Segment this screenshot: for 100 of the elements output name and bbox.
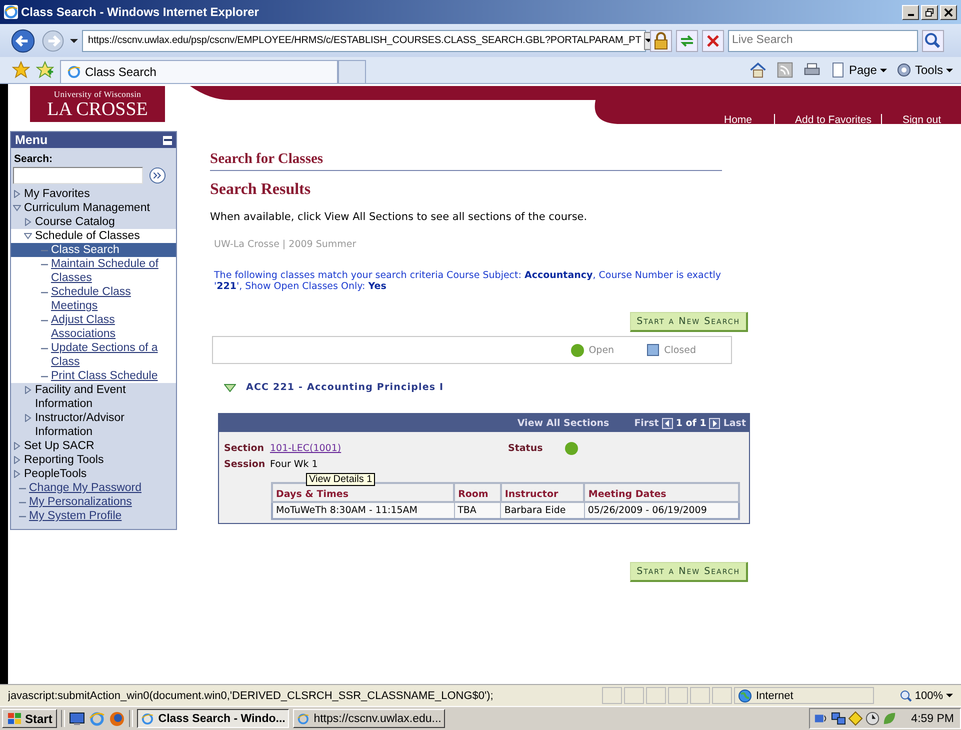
minimize-button[interactable] [902,4,919,20]
new-search-button[interactable]: Start a New Search [630,562,748,582]
menu-title: Menu [15,133,48,147]
clock-icon[interactable] [865,711,880,726]
menu-folder[interactable]: Set Up SACR [24,439,94,453]
url-text: https://cscnv.uwlax.edu/psp/cscnv/EMPLOYEE/HRMS/c/ESTABLISH_COURSES.CLASS_SEARCH.GBL?PORTALPARAM_PT [88,35,642,46]
header-link[interactable]: Add to Favorites [774,114,882,126]
expanded-icon[interactable] [224,384,236,392]
desktop-icon[interactable] [69,710,86,726]
menu-folder[interactable]: Curriculum Management [24,201,150,215]
restore-button[interactable] [921,4,938,20]
university-logo[interactable]: University of Wisconsin LA CROSSE [30,86,165,122]
window-title: Class Search - Windows Internet Explorer [21,5,260,19]
status-pane [668,687,688,704]
last-link[interactable]: Last [723,418,746,428]
section-label: Section [224,443,266,454]
term-text: UW-La Crosse | 2009 Summer [213,239,358,250]
browser-icon [4,5,18,19]
shield-icon[interactable] [848,711,864,726]
zoom-icon [900,690,912,702]
search-icon[interactable] [922,30,944,52]
collapse-button[interactable] [163,136,172,144]
new-search-button[interactable]: Start a New Search [630,312,748,332]
taskbar-button[interactable]: https://cscnv.uwlax.edu... [293,709,446,728]
command-menu[interactable]: Tools [896,62,953,78]
dash-icon [41,264,48,266]
expanded-icon[interactable] [13,204,21,212]
add-favorite-icon[interactable] [36,61,54,79]
dash-icon [41,376,48,378]
menu-search-field[interactable] [13,167,143,184]
home-icon[interactable] [748,61,767,79]
lock-icon[interactable] [650,30,672,52]
menu-folder[interactable]: Instructor/Advisor Information [35,411,176,439]
menu-folder[interactable]: Course Catalog [35,215,115,229]
caret-icon [946,692,953,699]
browser-icon [141,712,154,726]
status-pane [712,687,732,704]
menu-folder[interactable]: My Favorites [24,187,90,201]
browser-icon [67,65,81,79]
status-pane [646,687,666,704]
dash-icon [41,348,48,350]
table-cell: TBA [454,502,501,519]
menu-folder[interactable]: Reporting Tools [24,453,104,467]
expanded-icon[interactable] [24,232,32,240]
table-cell: Barbara Eide [500,502,584,519]
header-link[interactable]: Home [704,114,774,126]
first-link[interactable]: First [634,418,659,428]
close-icon [944,8,953,16]
legend-label: Open [588,344,614,356]
status-pane [690,687,710,704]
menu-link[interactable]: My Personalizations [26,495,132,509]
session-value: Four Wk 1 [270,459,318,470]
status-pane [624,687,644,704]
status-label: Status [508,443,544,454]
collapsed-icon[interactable] [13,442,21,450]
column-header: Days & Times [272,483,454,502]
stop-icon[interactable] [702,30,724,52]
computers-icon[interactable] [831,711,846,726]
restore-icon [925,8,934,16]
session-label: Session [224,459,266,470]
collapsed-icon[interactable] [24,218,32,226]
page-title: Search for Classes [210,151,722,171]
browser-tab[interactable]: Class Search [60,60,338,83]
collapsed-icon[interactable] [13,456,21,464]
taskbar-button[interactable]: Class Search - Windo... [137,709,290,728]
menu-link[interactable]: Change My Password [26,481,142,495]
dash-icon [19,516,26,518]
table-cell: MoTuWeTh 8:30AM - 11:15AM [272,502,454,519]
minus-icon [164,136,172,144]
status-text: javascript:submitAction_win0(document.win0,'DERIVED_CLSRCH_SSR_CLASSNAME_LONG$0'); [8,690,494,702]
star-icon[interactable] [12,61,30,79]
menu-folder[interactable]: PeopleTools [24,467,87,481]
collapsed-icon[interactable] [24,414,32,422]
caret-icon[interactable] [70,36,78,44]
tooltip: View Details 1 [306,473,376,486]
command-menu[interactable]: Page [830,62,887,78]
menu-folder[interactable]: Facility and Event Information [35,383,176,411]
close-button[interactable] [940,4,957,20]
minimize-icon [908,14,914,16]
collapsed-icon[interactable] [13,470,21,478]
start-button[interactable]: Start [2,709,58,728]
refresh-icon[interactable] [676,30,698,52]
collapsed-icon[interactable] [13,190,21,198]
feed-icon[interactable] [776,61,794,79]
zoom-control[interactable]: 100% [900,690,961,702]
globe-icon [738,688,752,702]
collapsed-icon[interactable] [24,386,32,394]
previous-icon[interactable] [662,418,673,428]
legend-label: Closed [664,344,696,356]
criteria-text: The following classes match your search criteria Course Subject: Accountancy, Course Number is exactly '221', Show Open Classes Only: Yes [213,270,722,292]
section-link[interactable]: 101-LEC(1001) [270,443,508,454]
view-all-link[interactable]: View All Sections [517,418,610,428]
back-icon[interactable] [10,28,36,54]
dash-icon [41,250,48,252]
next-icon[interactable] [709,418,720,428]
table-cell: 05/26/2009 - 06/19/2009 [584,502,739,519]
menu-link[interactable]: My System Profile [26,509,122,523]
go-icon[interactable] [149,167,166,184]
search-label: Search: [13,152,54,167]
column-header: Instructor [500,483,584,502]
